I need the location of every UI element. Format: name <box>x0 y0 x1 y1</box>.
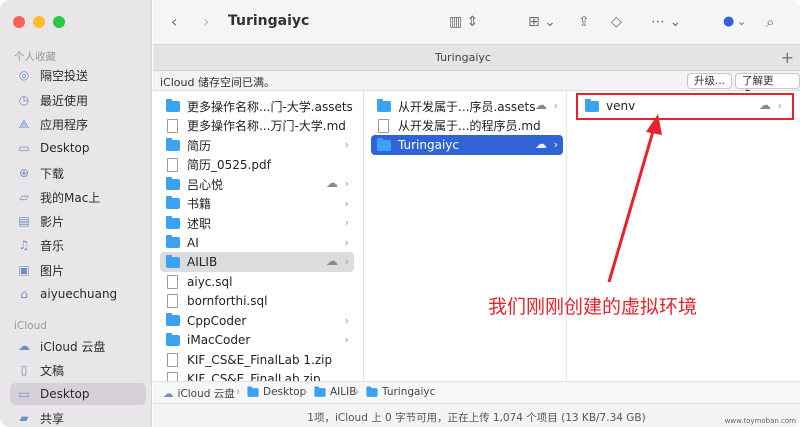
annotation-label: 我们刚刚创建的虚拟环境 <box>488 296 698 318</box>
finder-window: 个人收藏 ◎ 隔空投送 ◷ 最近使用 ⟁ 应用程序 ▭ Desktop ⊕ 下载… <box>0 0 800 427</box>
annotation-arrow <box>607 114 662 283</box>
watermark: www.toymoban.com <box>724 417 796 425</box>
